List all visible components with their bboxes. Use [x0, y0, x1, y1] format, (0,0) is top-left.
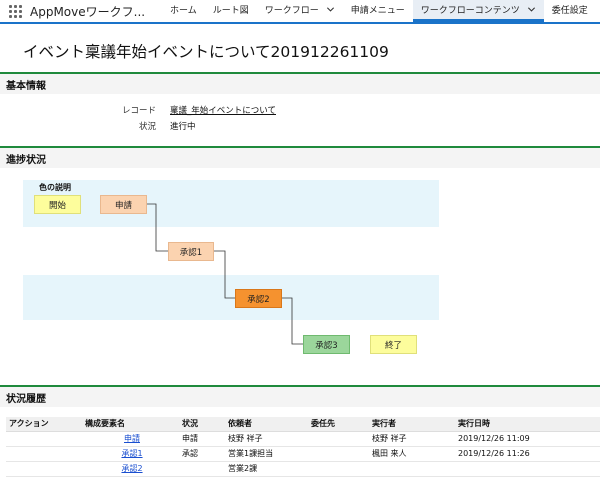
- column-header-delegate: 委任先: [308, 417, 369, 432]
- cell-element: 承認2: [82, 461, 179, 477]
- nav-item-label: 申請メニュー: [350, 6, 405, 16]
- chevron-down-icon[interactable]: [326, 5, 335, 14]
- element-link-apply[interactable]: 申請: [124, 434, 140, 443]
- flow-node-apply: 申請: [100, 195, 147, 214]
- info-row-status: 状況 進行中: [0, 118, 600, 134]
- cell-action: [6, 446, 82, 462]
- nav-item-label: 委任設定: [551, 6, 588, 16]
- app-launcher-icon: [8, 4, 22, 18]
- cell-requester: 営業1課担当: [225, 446, 308, 462]
- cell-status: 申請: [179, 431, 225, 447]
- cell-element: 申請: [82, 431, 179, 447]
- history-table-header: アクション 構成要素名 状況 依頼者 委任先 実行者 実行日時: [6, 417, 600, 432]
- table-row: 承認1 承認 営業1課担当 楓田 来人 2019/12/26 11:26: [6, 446, 600, 462]
- section-header-basic-info: 基本情報: [0, 72, 600, 94]
- section-header-progress: 進捗状況: [0, 146, 600, 168]
- record-link[interactable]: 稟議_年始イベントについて: [170, 106, 276, 116]
- nav-item-route-diagram[interactable]: ルート図: [205, 0, 257, 22]
- record-label: レコード: [121, 106, 156, 116]
- flow-node-approve2: 承認2: [235, 289, 282, 308]
- nav-item-workflow-contents[interactable]: ワークフローコンテンツ: [412, 0, 544, 22]
- column-header-executor: 実行者: [369, 417, 455, 432]
- flow-node-approve3: 承認3: [303, 335, 350, 354]
- section-header-history: 状況履歴: [0, 385, 600, 407]
- table-row: 申請 申請 枝野 祥子 枝野 祥子 2019/12/26 11:09: [6, 431, 600, 447]
- nav-item-application-menu[interactable]: 申請メニュー: [343, 0, 413, 22]
- cell-datetime: [455, 461, 600, 477]
- nav-item-label: ワークフローコンテンツ: [420, 6, 520, 16]
- cell-status: 承認: [179, 446, 225, 462]
- cell-executor: 楓田 来人: [369, 446, 455, 462]
- cell-delegate: [308, 431, 369, 447]
- nav-item-label: ワークフロー: [264, 6, 319, 16]
- column-header-requester: 依頼者: [225, 417, 308, 432]
- column-header-datetime: 実行日時: [455, 417, 600, 432]
- nav-item-label: ルート図: [212, 6, 249, 16]
- element-link-approve2[interactable]: 承認2: [121, 464, 142, 473]
- top-navigation-bar: AppMoveワークフ... ホーム ルート図 ワークフロー 申請メニュー ワー…: [0, 0, 600, 24]
- nav-item-workflow[interactable]: ワークフロー: [257, 0, 343, 22]
- status-label: 状況: [138, 122, 156, 132]
- info-row-record: レコード 稟議_年始イベントについて: [0, 102, 600, 118]
- history-table: アクション 構成要素名 状況 依頼者 委任先 実行者 実行日時 申請 申請 枝野…: [6, 417, 600, 477]
- flow-node-approve1: 承認1: [168, 242, 214, 261]
- cell-requester: 営業2課: [225, 461, 308, 477]
- cell-requester: 枝野 祥子: [225, 431, 308, 447]
- app-name: AppMoveワークフ...: [30, 4, 146, 19]
- page-title: イベント稟議年始イベントについて201912261109: [23, 43, 389, 61]
- cell-executor: 枝野 祥子: [369, 431, 455, 447]
- nav-item-delegation-settings[interactable]: 委任設定: [544, 0, 596, 22]
- record-value: 稟議_年始イベントについて: [170, 104, 276, 116]
- column-header-element: 構成要素名: [82, 417, 179, 432]
- table-row: 承認2 営業2課: [6, 461, 600, 477]
- cell-datetime: 2019/12/26 11:26: [455, 446, 600, 462]
- cell-datetime: 2019/12/26 11:09: [455, 431, 600, 447]
- column-header-status: 状況: [179, 417, 225, 432]
- flow-node-start: 開始: [34, 195, 81, 214]
- cell-action: [6, 431, 82, 447]
- nav-item-home[interactable]: ホーム: [162, 0, 205, 22]
- progress-flow-diagram: 色の説明 開始 申請 承認1 承認2 承認3 終了: [20, 177, 440, 373]
- cell-executor: [369, 461, 455, 477]
- element-link-approve1[interactable]: 承認1: [121, 449, 142, 458]
- legend-title: 色の説明: [39, 183, 71, 192]
- chevron-down-icon[interactable]: [527, 5, 536, 14]
- flow-node-end: 終了: [370, 335, 417, 354]
- column-header-action: アクション: [6, 417, 82, 432]
- cell-action: [6, 461, 82, 477]
- cell-delegate: [308, 461, 369, 477]
- status-value: 進行中: [170, 122, 196, 132]
- cell-status: [179, 461, 225, 477]
- nav-item-label: ホーム: [170, 6, 197, 16]
- cell-delegate: [308, 446, 369, 462]
- app-launcher-button[interactable]: [0, 0, 30, 22]
- cell-element: 承認1: [82, 446, 179, 462]
